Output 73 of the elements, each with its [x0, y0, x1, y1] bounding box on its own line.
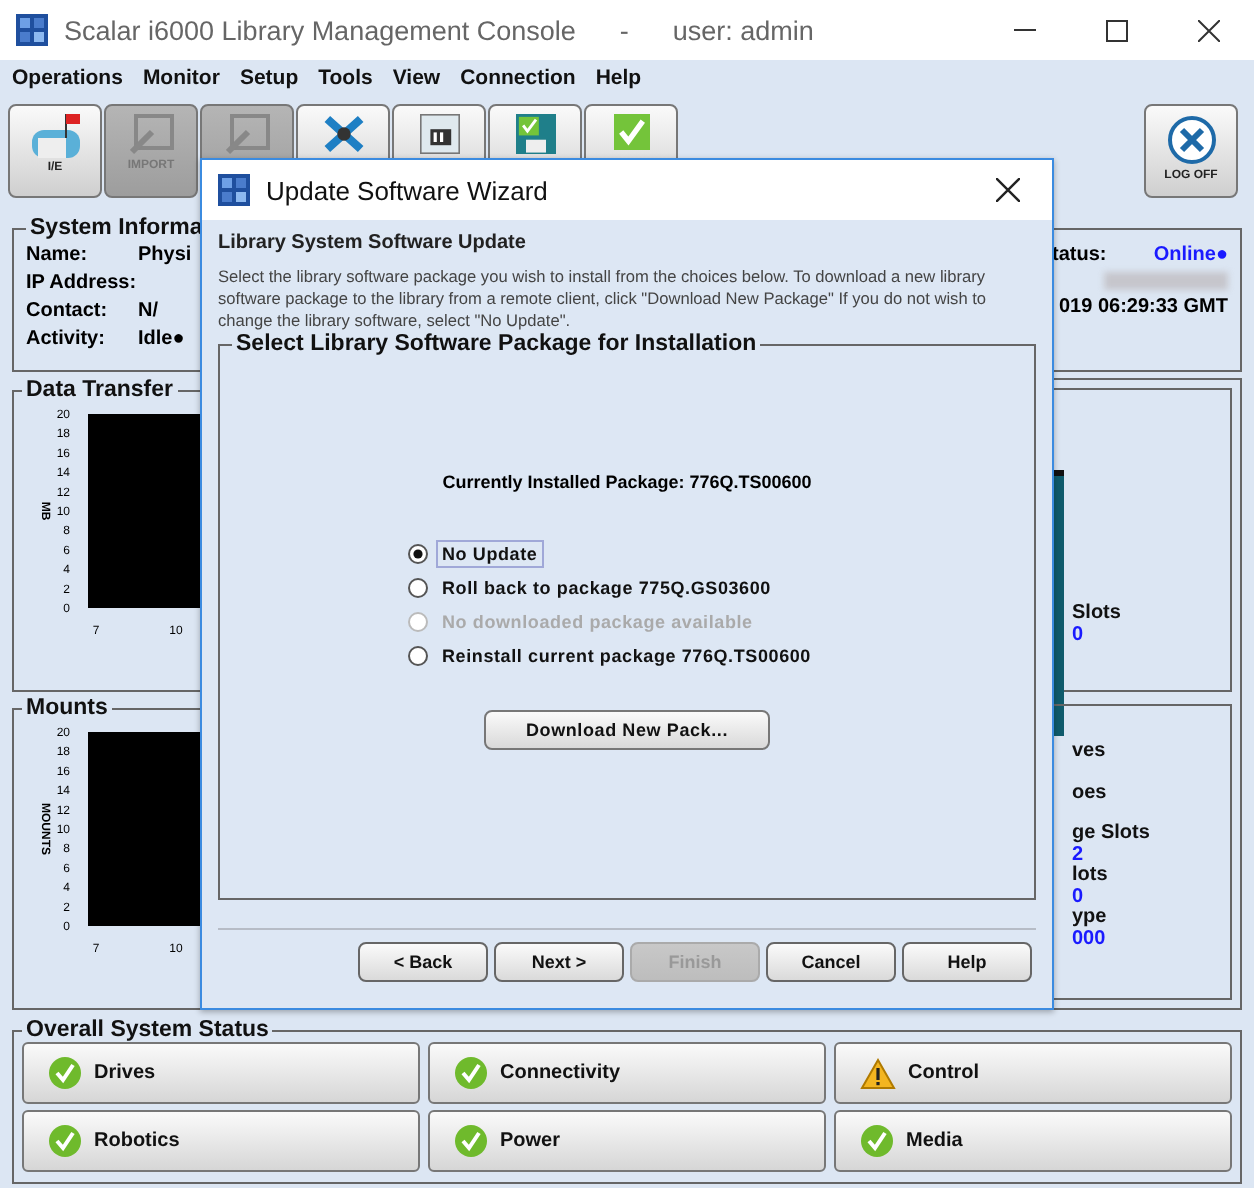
checkmark-icon	[613, 114, 649, 150]
panel-label: ype	[1072, 908, 1109, 929]
menu-item[interactable]: View	[392, 66, 441, 94]
field-label: Contact:	[26, 300, 110, 322]
warning-icon	[860, 1057, 896, 1089]
field-value: Physi	[138, 244, 192, 266]
close-icon	[996, 178, 1020, 202]
minimize-icon	[1013, 28, 1035, 32]
window-title: Scalar i6000 Library Management Console	[64, 15, 576, 45]
panel-value: 0	[1072, 887, 1086, 908]
panel-label: lots	[1072, 866, 1110, 887]
dialog-description: Select the library software package you wish to install from the choices below. To download a new library software package to the library from a remote client, click "Download New Package" If you do not wish to change the library software, select "No Update".	[218, 266, 989, 332]
panel-title: Data Transfer	[24, 378, 176, 402]
menu-item[interactable]: Connection	[460, 66, 576, 94]
status-button[interactable]: Drives	[22, 1042, 420, 1104]
panel-title: Overall System Status	[24, 1018, 271, 1042]
close-icon	[1197, 19, 1219, 41]
date-value: 019 06:29:33 GMT	[1057, 296, 1228, 318]
status-value: Online●	[1153, 244, 1228, 266]
checkmark-icon	[860, 1124, 894, 1158]
panel-value: 000	[1072, 929, 1108, 950]
status-button[interactable]: Media	[834, 1110, 1232, 1172]
group-title: Select Library Software Package for Installation	[234, 332, 759, 356]
close-icon	[1165, 114, 1217, 166]
redacted-value	[1104, 272, 1228, 290]
menu-item[interactable]: Help	[595, 66, 642, 94]
import-icon	[129, 114, 173, 156]
checkmark-icon	[454, 1124, 488, 1158]
panel-title: Mounts	[24, 696, 110, 720]
panel-label: ves	[1072, 742, 1108, 763]
maximize-icon	[1105, 19, 1127, 41]
wizard-button[interactable]: < Back	[358, 942, 488, 982]
panel-title: System Informa	[28, 216, 205, 240]
wizard-button[interactable]: Next >	[494, 942, 624, 982]
radio-option[interactable]: Reinstall current package 776Q.TS00600	[408, 642, 817, 670]
field-value: N/	[138, 300, 160, 322]
panel-label: Slots	[1072, 604, 1123, 625]
status-button[interactable]: Connectivity	[428, 1042, 826, 1104]
field-label: IP Address:	[26, 272, 138, 294]
radio-option[interactable]: No Update	[408, 540, 817, 568]
checkmark-icon	[48, 1124, 82, 1158]
checkmark-icon	[454, 1056, 488, 1090]
menu-item[interactable]: Tools	[318, 66, 373, 94]
export-icon	[225, 114, 269, 156]
wrench-icon	[321, 114, 365, 154]
checkmark-icon	[48, 1056, 82, 1090]
title-separator: -	[619, 15, 629, 45]
field-label: Activity:	[26, 328, 107, 350]
installed-package: Currently Installed Package: 776Q.TS00600	[442, 472, 812, 492]
field-value: Idle●	[138, 328, 187, 350]
dialog-title: Update Software Wizard	[266, 175, 548, 205]
panel-label: oes	[1072, 783, 1109, 804]
radio-option[interactable]: Roll back to package 775Q.GS03600	[408, 574, 817, 602]
dialog-heading: Library System Software Update	[218, 232, 528, 254]
library-icon	[419, 114, 459, 154]
wizard-button[interactable]: Help	[902, 942, 1032, 982]
field-label: tatus:	[1052, 244, 1107, 266]
status-button[interactable]: Robotics	[22, 1110, 420, 1172]
app-icon	[218, 174, 250, 206]
download-button[interactable]: Download New Pack...	[484, 710, 770, 750]
status-button[interactable]: Power	[428, 1110, 826, 1172]
status-button[interactable]: Control	[834, 1042, 1232, 1104]
wizard-button[interactable]: Cancel	[766, 942, 896, 982]
user-label: user: admin	[672, 15, 814, 45]
field-label: Name:	[26, 244, 90, 266]
panel-value: 0	[1072, 625, 1086, 646]
panel-label: ge Slots	[1072, 824, 1152, 845]
menu-item[interactable]: Monitor	[142, 66, 220, 94]
mailbox-icon	[31, 114, 79, 158]
menu-item[interactable]: Operations	[12, 66, 123, 94]
panel-value: 2	[1072, 845, 1086, 865]
menu-item[interactable]: Setup	[239, 66, 299, 94]
app-icon	[16, 14, 48, 46]
